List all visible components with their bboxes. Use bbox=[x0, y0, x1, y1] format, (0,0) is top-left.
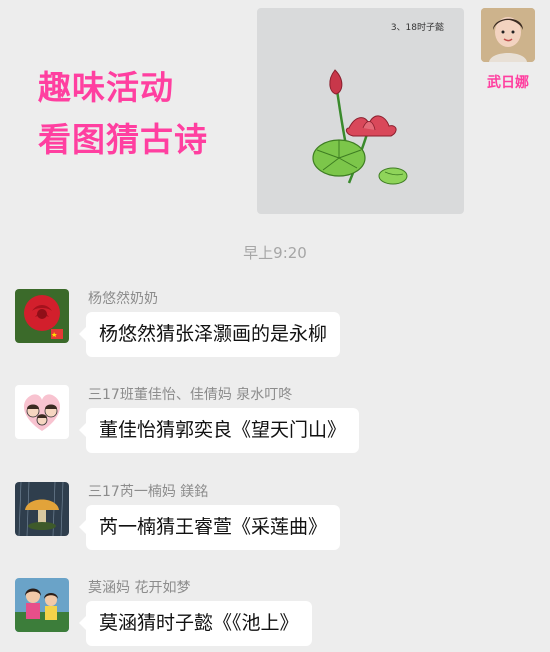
avatar[interactable] bbox=[15, 385, 69, 439]
portrait-icon bbox=[481, 8, 535, 62]
children-photo-icon bbox=[15, 578, 69, 632]
activity-title-line1: 趣味活动 bbox=[38, 68, 174, 107]
avatar[interactable] bbox=[15, 482, 69, 536]
activity-title-line2: 看图猜古诗 bbox=[38, 120, 208, 159]
sender-name: 武日娜 bbox=[487, 75, 529, 91]
message-bubble[interactable]: 董佳怡猜郭奕良《望天门山》 bbox=[78, 408, 360, 453]
avatar[interactable] bbox=[15, 578, 69, 632]
lotus-drawing-photo[interactable]: 3、18时子懿 bbox=[257, 8, 464, 214]
sender-label: 莫涵妈 花开如梦 bbox=[88, 580, 191, 596]
lotus-drawing-icon bbox=[312, 69, 408, 185]
activity-title: 趣味活动 看图猜古诗 bbox=[38, 62, 208, 166]
cartoon-family-icon bbox=[15, 385, 69, 439]
avatar[interactable] bbox=[15, 289, 69, 343]
red-rose-icon bbox=[15, 289, 69, 343]
sender-avatar[interactable] bbox=[481, 8, 535, 62]
photo-caption: 3、18时子懿 bbox=[390, 23, 444, 33]
message-bubble[interactable]: 莫涵猜时子懿《《池上》 bbox=[79, 601, 312, 646]
mushroom-rain-icon bbox=[15, 482, 69, 536]
time-stamp: 早上9:20 bbox=[243, 244, 307, 262]
message-bubble[interactable]: 芮一楠猜王睿萱《采莲曲》 bbox=[78, 505, 341, 550]
sender-label: 三17班董佳怡、佳倩妈 泉水叮咚 bbox=[88, 387, 293, 403]
message-bubble[interactable]: 杨悠然猜张泽灏画的是永柳 bbox=[78, 312, 341, 357]
sender-label: 杨悠然奶奶 bbox=[88, 291, 158, 307]
sender-label: 三17芮一楠妈 鎂銘 bbox=[88, 484, 209, 500]
